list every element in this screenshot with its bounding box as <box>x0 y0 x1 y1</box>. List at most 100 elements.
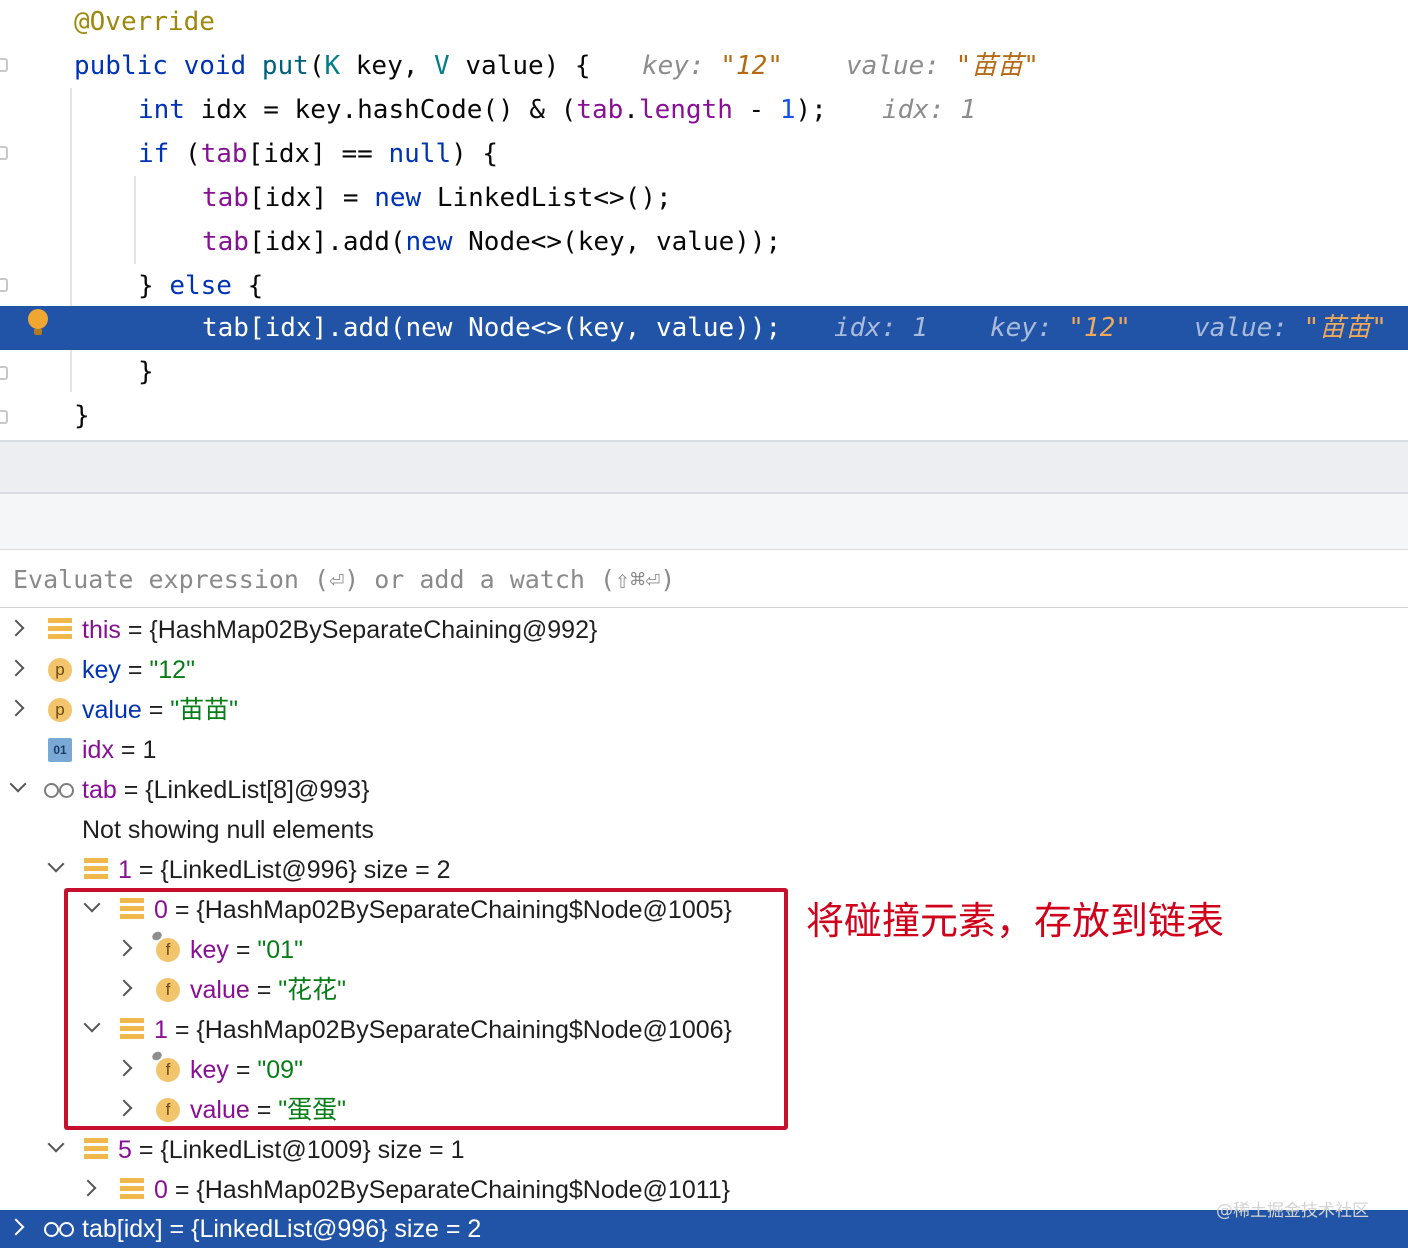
chevron-down-icon[interactable] <box>47 1135 65 1153</box>
object-icon <box>48 618 72 642</box>
evaluate-expression-input[interactable]: Evaluate expression (⏎) or add a watch (… <box>0 552 1408 608</box>
variable-value: {LinkedList@996} <box>160 856 357 884</box>
code-text: [idx] == <box>247 139 389 169</box>
param-text: key, <box>340 51 435 81</box>
code-line[interactable]: tab[idx].add(new Node<>(key, value)); <box>0 220 1408 264</box>
watch-entry: tab[idx] = {LinkedList@996} size = 2 <box>82 1210 481 1248</box>
inline-hint: value: "苗苗" <box>846 44 1039 88</box>
variable-value: {HashMap02BySeparateChaining@992} <box>149 616 598 644</box>
hint-label: value: <box>1194 313 1304 343</box>
watch-glasses-icon <box>44 1219 76 1239</box>
variable-name: 5 <box>118 1136 132 1164</box>
variable-entry: tab = {LinkedList[8]@993} <box>82 770 369 810</box>
tree-row-this[interactable]: this = {HashMap02BySeparateChaining@992} <box>0 610 1408 650</box>
equals-sign: = <box>120 656 150 684</box>
code-text: LinkedList<>(); <box>421 183 672 213</box>
code-editor[interactable]: @Override public void put(K key, V value… <box>0 0 1408 440</box>
code-text: ); <box>795 95 827 125</box>
code-line[interactable]: public void put(K key, V value) { key: "… <box>0 44 1408 88</box>
keyword: new <box>374 183 422 213</box>
code-line[interactable]: } <box>0 350 1408 394</box>
equals-sign: = <box>116 776 146 804</box>
statement: if (tab[idx] == null) { <box>138 132 498 176</box>
chevron-down-icon[interactable] <box>9 775 27 793</box>
chevron-right-icon[interactable] <box>7 619 25 637</box>
equals-sign: = <box>131 856 161 884</box>
object-icon <box>84 1138 108 1162</box>
code-text: . <box>623 95 639 125</box>
panel-splitter[interactable] <box>0 440 1408 494</box>
method-signature: public void put(K key, V value) { <box>74 44 591 88</box>
type-param: V <box>434 51 450 81</box>
tree-row-tab[interactable]: tab = {LinkedList[8]@993} <box>0 770 1408 810</box>
chevron-down-icon[interactable] <box>47 855 65 873</box>
highlight-box <box>64 888 788 1130</box>
tree-row-tab-1[interactable]: 1 = {LinkedList@996} size = 2 <box>0 850 1408 890</box>
statement: int idx = key.hashCode() & (tab.length -… <box>138 88 827 132</box>
size-label: size = 2 <box>356 856 451 884</box>
annotation-text: 将碰撞元素，存放到链表 <box>806 899 1225 943</box>
statement: } else { <box>138 264 263 308</box>
code-line[interactable]: } <box>0 394 1408 438</box>
variable-name: value <box>82 696 142 724</box>
watch-value: {LinkedList@996} <box>191 1215 388 1243</box>
chevron-right-icon[interactable] <box>7 1218 25 1236</box>
variable-value: {LinkedList@1009} <box>160 1136 371 1164</box>
variable-name: 1 <box>118 856 132 884</box>
keyword: int <box>138 95 185 125</box>
paren: ( <box>308 51 325 81</box>
null-elements-note: Not showing null elements <box>82 816 374 844</box>
equals-sign: = <box>120 616 150 644</box>
hint-label: key: <box>642 51 721 81</box>
tree-row-key[interactable]: p key = "12" <box>0 650 1408 690</box>
current-execution-line[interactable]: tab[idx].add(new Node<>(key, value)); id… <box>0 306 1408 350</box>
chevron-right-icon[interactable] <box>7 659 25 677</box>
hint-value: "12" <box>720 51 783 81</box>
tree-row-info: Not showing null elements <box>0 810 1408 850</box>
statement: tab[idx].add(new Node<>(key, value)); <box>202 313 782 343</box>
code-line[interactable]: tab[idx] = new LinkedList<>(); <box>0 176 1408 220</box>
code-line[interactable]: @Override <box>0 0 1408 44</box>
evaluate-placeholder: Evaluate expression (⏎) or add a watch (… <box>13 565 676 594</box>
code-text: [idx] = <box>248 183 375 213</box>
code-text: idx = key.hashCode() & ( <box>184 95 577 125</box>
variable-name: tab <box>82 776 117 804</box>
field: tab <box>202 183 249 213</box>
code-line[interactable]: if (tab[idx] == null) { <box>0 132 1408 176</box>
lightbulb-icon[interactable] <box>28 309 48 335</box>
code-line[interactable]: } else { <box>0 264 1408 308</box>
variable-name: idx <box>82 736 114 764</box>
param-text: value) { <box>449 51 591 81</box>
tree-row-value[interactable]: p value = "苗苗" <box>0 690 1408 730</box>
equals-sign: = <box>131 1136 161 1164</box>
keyword: null <box>388 139 452 169</box>
variable-entry: 5 = {LinkedList@1009} size = 1 <box>118 1130 465 1170</box>
variable-value: "12" <box>149 656 195 684</box>
watermark: @稀土掘金技术社区 <box>1216 1201 1369 1221</box>
closing-brace: } <box>74 401 90 431</box>
variable-value: 1 <box>142 736 157 764</box>
keyword: else <box>169 271 232 301</box>
code-line[interactable]: int idx = key.hashCode() & (tab.length -… <box>0 88 1408 132</box>
tree-row-tab-5[interactable]: 5 = {LinkedList@1009} size = 1 <box>0 1130 1408 1170</box>
inline-hint: idx: 1 <box>834 313 928 343</box>
variable-entry: key = "12" <box>82 650 195 690</box>
code-text: ) { <box>451 139 499 169</box>
variable-name: key <box>82 656 121 684</box>
equals-sign: = <box>113 736 143 764</box>
chevron-right-icon[interactable] <box>7 699 25 717</box>
variable-name: 0 <box>154 1176 168 1204</box>
hint-value: "苗苗" <box>955 51 1039 81</box>
keyword: new <box>405 227 453 257</box>
equals-sign: = <box>141 696 171 724</box>
size-label: size = 2 <box>387 1215 482 1243</box>
code-text: - <box>732 95 780 125</box>
size-label: size = 1 <box>370 1136 465 1164</box>
tree-row-idx[interactable]: 01 idx = 1 <box>0 730 1408 770</box>
chevron-right-icon[interactable] <box>79 1179 97 1197</box>
tree-row-tab-5-node-0[interactable]: 0 = {HashMap02BySeparateChaining$Node@10… <box>0 1170 1408 1210</box>
watch-row-selected[interactable]: tab[idx] = {LinkedList@996} size = 2 <box>0 1210 1408 1248</box>
inline-hint: idx: 1 <box>882 95 976 125</box>
method-name: put <box>261 51 309 81</box>
equals-sign: = <box>162 1215 192 1243</box>
